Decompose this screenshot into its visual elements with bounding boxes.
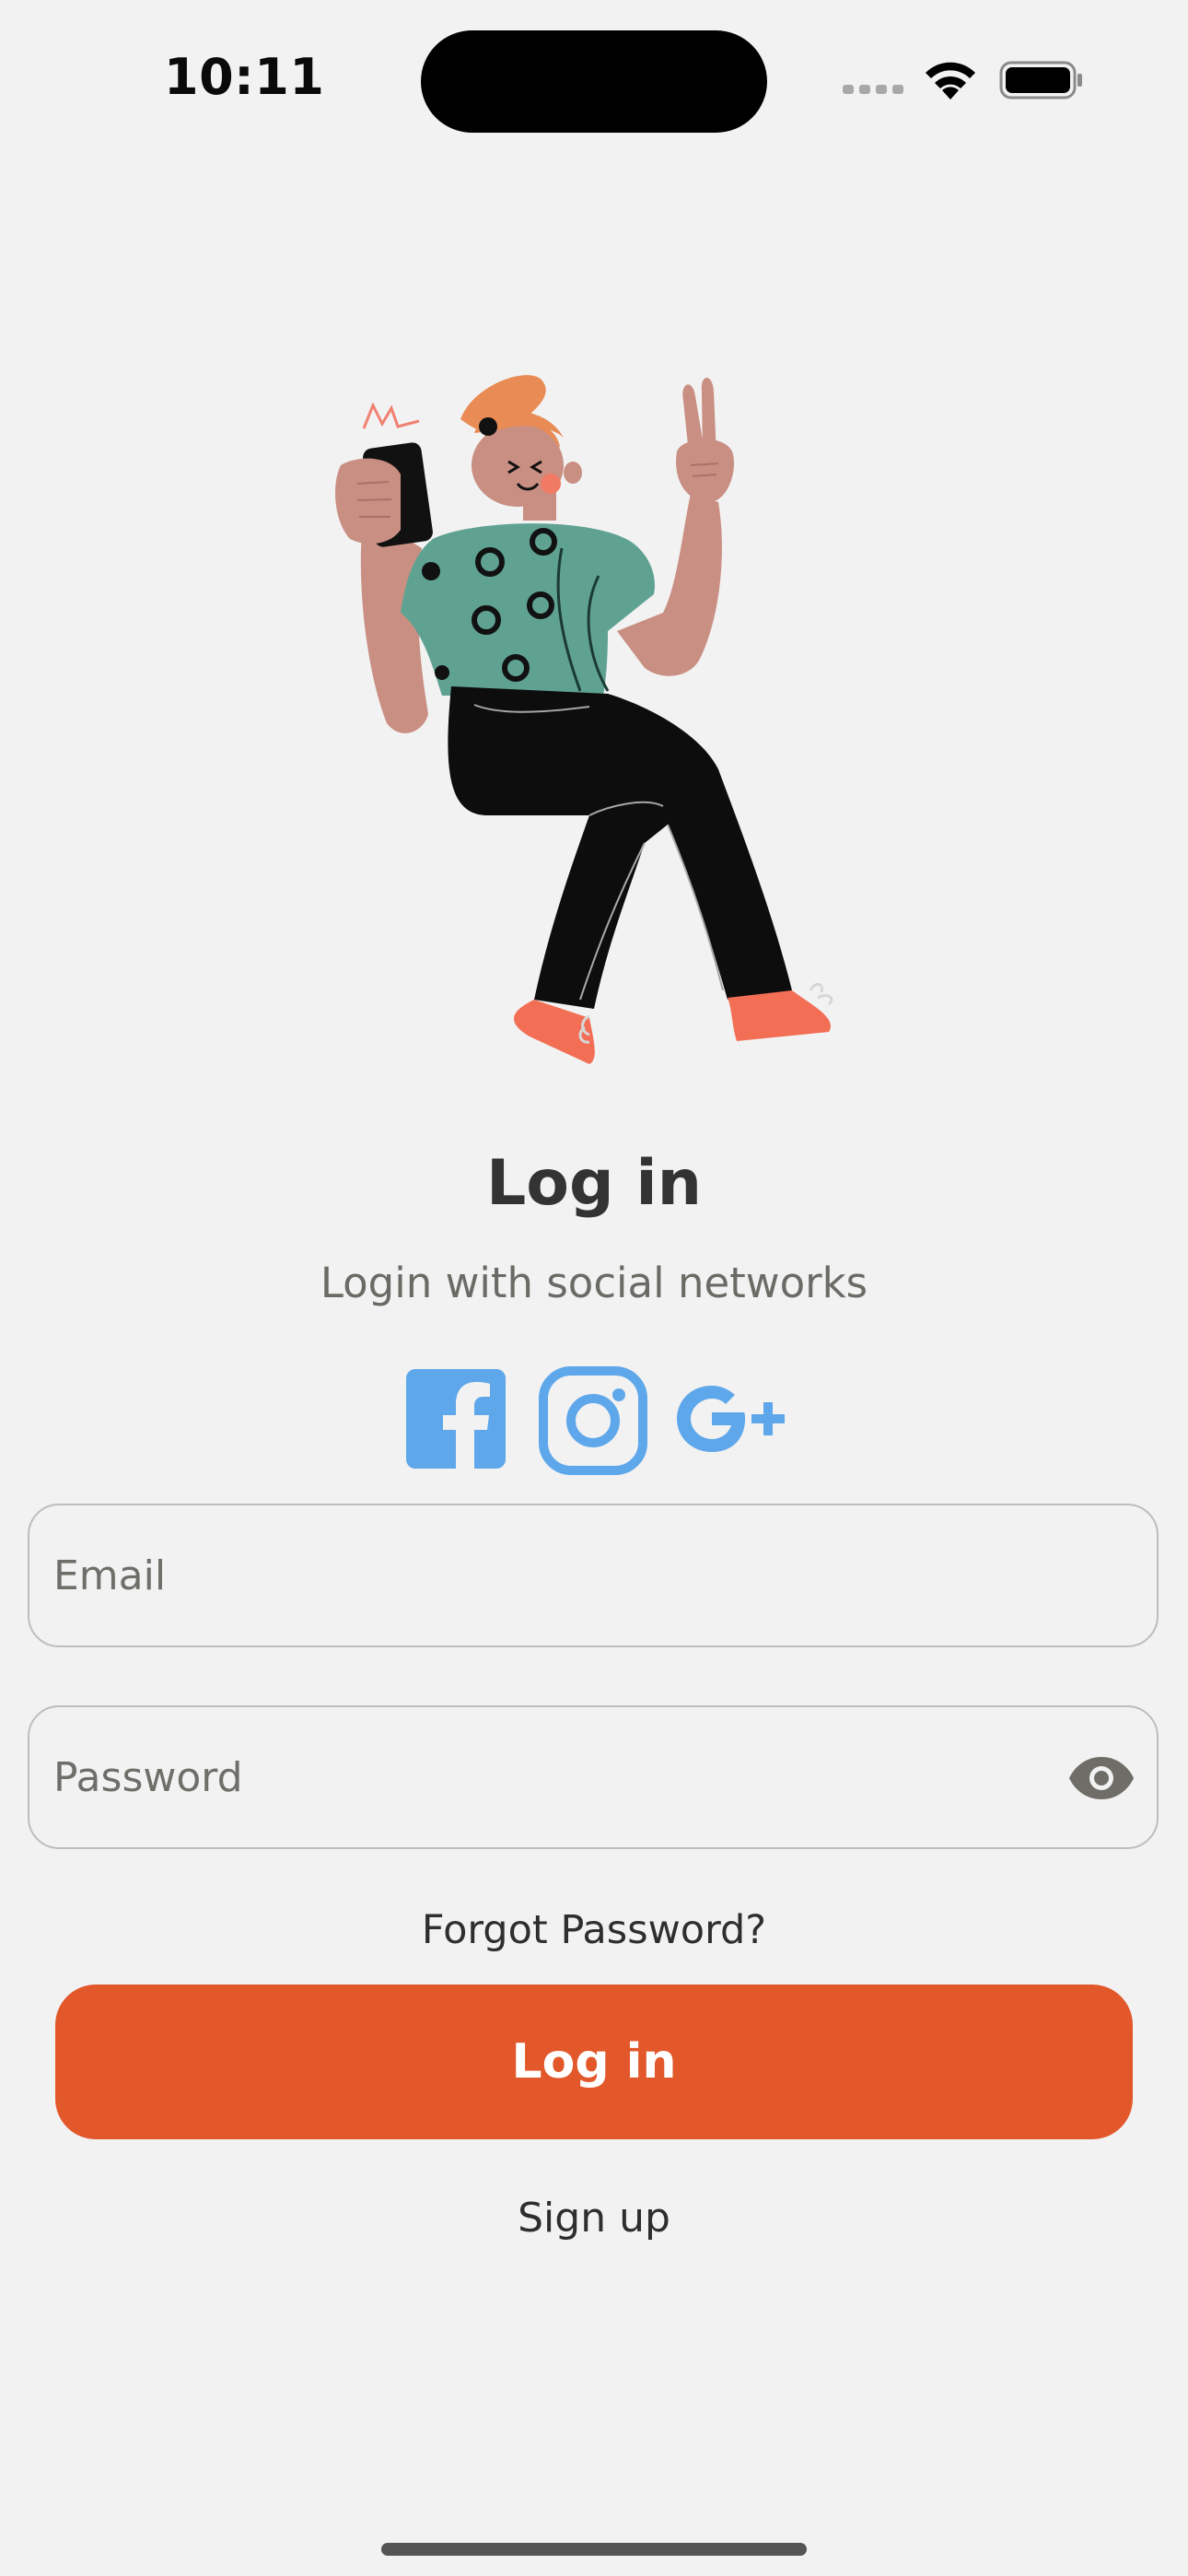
password-input[interactable] xyxy=(29,1707,1157,1847)
cellular-signal-icon xyxy=(843,85,903,94)
hero-illustration xyxy=(335,375,833,1064)
status-time: 10:11 xyxy=(164,48,325,106)
login-button[interactable]: Log in xyxy=(55,1985,1133,2139)
signup-link[interactable]: Sign up xyxy=(0,2195,1188,2242)
social-login-subtitle: Login with social networks xyxy=(320,1259,868,1307)
instagram-icon[interactable] xyxy=(538,1365,648,1476)
login-screen: 10:11 Log in Login with social networks … xyxy=(0,0,1188,2576)
page-title: Log in xyxy=(485,1147,703,1220)
dynamic-island xyxy=(421,30,767,133)
password-field[interactable] xyxy=(28,1705,1159,1849)
home-indicator[interactable] xyxy=(381,2543,807,2556)
google-plus-icon[interactable] xyxy=(675,1382,791,1456)
battery-icon xyxy=(999,61,1082,100)
email-field[interactable] xyxy=(28,1504,1159,1647)
eye-icon[interactable] xyxy=(1068,1755,1135,1801)
wifi-icon xyxy=(926,62,975,100)
email-input[interactable] xyxy=(29,1505,1157,1645)
phone-in-hand xyxy=(335,442,433,547)
facebook-icon[interactable] xyxy=(406,1369,506,1469)
forgot-password-link[interactable]: Forgot Password? xyxy=(0,1907,1188,1953)
